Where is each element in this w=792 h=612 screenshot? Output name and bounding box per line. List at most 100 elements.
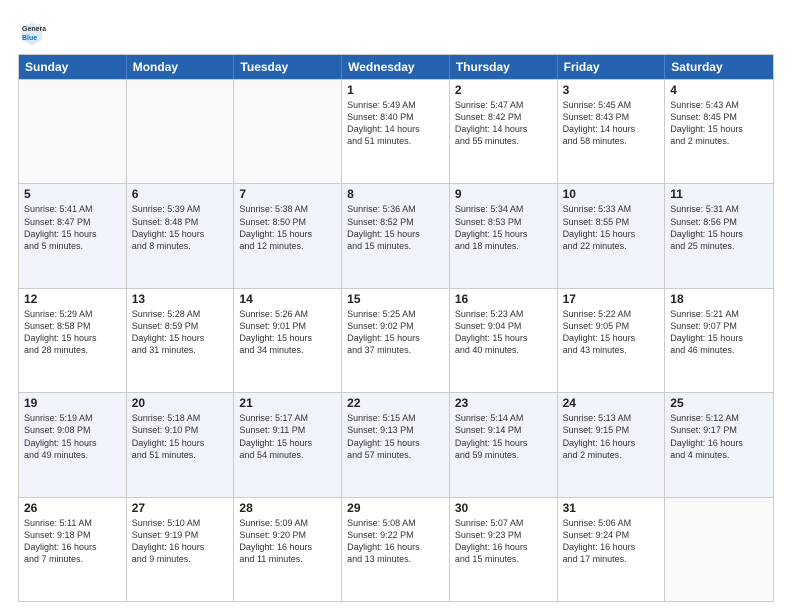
cal-cell: 25 Sunrise: 5:12 AM Sunset: 9:17 PM Dayli… — [665, 393, 773, 496]
cell-day-number: 24 — [563, 396, 660, 410]
cal-cell — [665, 498, 773, 601]
cell-day-number: 17 — [563, 292, 660, 306]
cell-info: Sunrise: 5:07 AM Sunset: 9:23 PM Dayligh… — [455, 517, 552, 566]
cell-info: Sunrise: 5:25 AM Sunset: 9:02 PM Dayligh… — [347, 308, 444, 357]
cell-day-number: 23 — [455, 396, 552, 410]
page: General Blue SundayMondayTuesdayWednesda… — [0, 0, 792, 612]
weekday-header-monday: Monday — [127, 55, 235, 79]
weekday-header-friday: Friday — [558, 55, 666, 79]
cell-info: Sunrise: 5:38 AM Sunset: 8:50 PM Dayligh… — [239, 203, 336, 252]
calendar-body: 1 Sunrise: 5:49 AM Sunset: 8:40 PM Daylig… — [19, 79, 773, 601]
cal-cell: 19 Sunrise: 5:19 AM Sunset: 9:08 PM Dayli… — [19, 393, 127, 496]
cell-day-number: 21 — [239, 396, 336, 410]
cell-day-number: 30 — [455, 501, 552, 515]
cell-day-number: 11 — [670, 187, 768, 201]
cal-cell: 15Sunrise: 5:25 AM Sunset: 9:02 PM Dayli… — [342, 289, 450, 392]
cell-info: Sunrise: 5:21 AM Sunset: 9:07 PM Dayligh… — [670, 308, 768, 357]
cell-day-number: 26 — [24, 501, 121, 515]
cal-row-4: 26 Sunrise: 5:11 AM Sunset: 9:18 PM Dayli… — [19, 497, 773, 601]
cal-cell: 28Sunrise: 5:09 AM Sunset: 9:20 PM Dayli… — [234, 498, 342, 601]
logo: General Blue — [18, 18, 50, 46]
weekday-header-saturday: Saturday — [665, 55, 773, 79]
cell-day-number: 12 — [24, 292, 121, 306]
cal-cell: 5 Sunrise: 5:41 AM Sunset: 8:47 PM Daylig… — [19, 184, 127, 287]
svg-text:General: General — [22, 26, 46, 33]
cell-day-number: 5 — [24, 187, 121, 201]
cal-row-2: 12 Sunrise: 5:29 AM Sunset: 8:58 PM Dayli… — [19, 288, 773, 392]
cell-info: Sunrise: 5:15 AM Sunset: 9:13 PM Dayligh… — [347, 412, 444, 461]
cal-cell: 12 Sunrise: 5:29 AM Sunset: 8:58 PM Dayli… — [19, 289, 127, 392]
cal-cell: 14 Sunrise: 5:26 AM Sunset: 9:01 PM Dayli… — [234, 289, 342, 392]
cell-info: Sunrise: 5:06 AM Sunset: 9:24 PM Dayligh… — [563, 517, 660, 566]
cell-info: Sunrise: 5:13 AM Sunset: 9:15 PM Dayligh… — [563, 412, 660, 461]
logo-icon: General Blue — [18, 18, 46, 46]
weekday-header-wednesday: Wednesday — [342, 55, 450, 79]
cal-cell: 24 Sunrise: 5:13 AM Sunset: 9:15 PM Dayli… — [558, 393, 666, 496]
cal-cell: 21 Sunrise: 5:17 AM Sunset: 9:11 PM Dayli… — [234, 393, 342, 496]
cal-cell — [19, 80, 127, 183]
cal-cell — [127, 80, 235, 183]
cal-cell: 29 Sunrise: 5:08 AM Sunset: 9:22 PM Dayli… — [342, 498, 450, 601]
cal-cell: 6 Sunrise: 5:39 AM Sunset: 8:48 PM Daylig… — [127, 184, 235, 287]
cell-info: Sunrise: 5:12 AM Sunset: 9:17 PM Dayligh… — [670, 412, 768, 461]
calendar: SundayMondayTuesdayWednesdayThursdayFrid… — [18, 54, 774, 602]
cell-day-number: 29 — [347, 501, 444, 515]
cal-cell: 9Sunrise: 5:34 AM Sunset: 8:53 PM Daylig… — [450, 184, 558, 287]
cell-day-number: 25 — [670, 396, 768, 410]
cal-cell: 27 Sunrise: 5:10 AM Sunset: 9:19 PM Dayli… — [127, 498, 235, 601]
weekday-header-tuesday: Tuesday — [234, 55, 342, 79]
cal-cell: 22 Sunrise: 5:15 AM Sunset: 9:13 PM Dayli… — [342, 393, 450, 496]
cell-info: Sunrise: 5:41 AM Sunset: 8:47 PM Dayligh… — [24, 203, 121, 252]
cell-info: Sunrise: 5:23 AM Sunset: 9:04 PM Dayligh… — [455, 308, 552, 357]
cell-day-number: 27 — [132, 501, 229, 515]
cal-cell: 11 Sunrise: 5:31 AM Sunset: 8:56 PM Dayli… — [665, 184, 773, 287]
cell-info: Sunrise: 5:36 AM Sunset: 8:52 PM Dayligh… — [347, 203, 444, 252]
cell-info: Sunrise: 5:28 AM Sunset: 8:59 PM Dayligh… — [132, 308, 229, 357]
cell-info: Sunrise: 5:10 AM Sunset: 9:19 PM Dayligh… — [132, 517, 229, 566]
cell-info: Sunrise: 5:39 AM Sunset: 8:48 PM Dayligh… — [132, 203, 229, 252]
calendar-header: SundayMondayTuesdayWednesdayThursdayFrid… — [19, 55, 773, 79]
cell-info: Sunrise: 5:33 AM Sunset: 8:55 PM Dayligh… — [563, 203, 660, 252]
cell-day-number: 6 — [132, 187, 229, 201]
cell-info: Sunrise: 5:19 AM Sunset: 9:08 PM Dayligh… — [24, 412, 121, 461]
cell-info: Sunrise: 5:26 AM Sunset: 9:01 PM Dayligh… — [239, 308, 336, 357]
cell-info: Sunrise: 5:49 AM Sunset: 8:40 PM Dayligh… — [347, 99, 444, 148]
weekday-header-sunday: Sunday — [19, 55, 127, 79]
cal-cell: 4 Sunrise: 5:43 AM Sunset: 8:45 PM Daylig… — [665, 80, 773, 183]
cell-day-number: 16 — [455, 292, 552, 306]
cell-info: Sunrise: 5:31 AM Sunset: 8:56 PM Dayligh… — [670, 203, 768, 252]
cell-info: Sunrise: 5:17 AM Sunset: 9:11 PM Dayligh… — [239, 412, 336, 461]
cell-day-number: 7 — [239, 187, 336, 201]
cal-cell: 17Sunrise: 5:22 AM Sunset: 9:05 PM Dayli… — [558, 289, 666, 392]
weekday-header-thursday: Thursday — [450, 55, 558, 79]
cell-info: Sunrise: 5:45 AM Sunset: 8:43 PM Dayligh… — [563, 99, 660, 148]
cell-info: Sunrise: 5:11 AM Sunset: 9:18 PM Dayligh… — [24, 517, 121, 566]
cell-day-number: 14 — [239, 292, 336, 306]
cell-info: Sunrise: 5:29 AM Sunset: 8:58 PM Dayligh… — [24, 308, 121, 357]
cell-day-number: 9 — [455, 187, 552, 201]
cal-row-0: 1 Sunrise: 5:49 AM Sunset: 8:40 PM Daylig… — [19, 79, 773, 183]
cal-row-1: 5 Sunrise: 5:41 AM Sunset: 8:47 PM Daylig… — [19, 183, 773, 287]
cell-day-number: 19 — [24, 396, 121, 410]
cell-info: Sunrise: 5:43 AM Sunset: 8:45 PM Dayligh… — [670, 99, 768, 148]
cell-day-number: 1 — [347, 83, 444, 97]
cell-info: Sunrise: 5:47 AM Sunset: 8:42 PM Dayligh… — [455, 99, 552, 148]
cell-info: Sunrise: 5:18 AM Sunset: 9:10 PM Dayligh… — [132, 412, 229, 461]
cal-row-3: 19 Sunrise: 5:19 AM Sunset: 9:08 PM Dayli… — [19, 392, 773, 496]
cal-cell: 3Sunrise: 5:45 AM Sunset: 8:43 PM Daylig… — [558, 80, 666, 183]
cal-cell: 31Sunrise: 5:06 AM Sunset: 9:24 PM Dayli… — [558, 498, 666, 601]
cal-cell: 20Sunrise: 5:18 AM Sunset: 9:10 PM Dayli… — [127, 393, 235, 496]
cal-cell: 8Sunrise: 5:36 AM Sunset: 8:52 PM Daylig… — [342, 184, 450, 287]
cal-cell: 1 Sunrise: 5:49 AM Sunset: 8:40 PM Daylig… — [342, 80, 450, 183]
cal-cell: 16 Sunrise: 5:23 AM Sunset: 9:04 PM Dayli… — [450, 289, 558, 392]
cell-day-number: 22 — [347, 396, 444, 410]
cell-info: Sunrise: 5:08 AM Sunset: 9:22 PM Dayligh… — [347, 517, 444, 566]
header: General Blue — [18, 18, 774, 46]
cell-info: Sunrise: 5:14 AM Sunset: 9:14 PM Dayligh… — [455, 412, 552, 461]
cell-day-number: 10 — [563, 187, 660, 201]
cal-cell: 26 Sunrise: 5:11 AM Sunset: 9:18 PM Dayli… — [19, 498, 127, 601]
cal-cell: 18Sunrise: 5:21 AM Sunset: 9:07 PM Dayli… — [665, 289, 773, 392]
cell-info: Sunrise: 5:09 AM Sunset: 9:20 PM Dayligh… — [239, 517, 336, 566]
cell-day-number: 4 — [670, 83, 768, 97]
cal-cell: 13Sunrise: 5:28 AM Sunset: 8:59 PM Dayli… — [127, 289, 235, 392]
